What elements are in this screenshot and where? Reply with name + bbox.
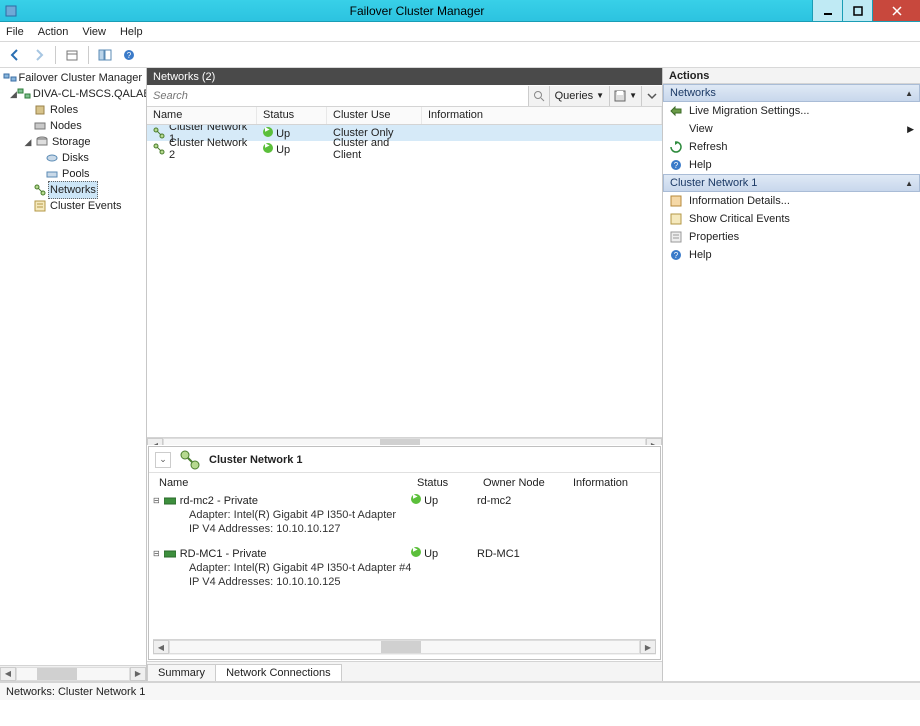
refresh-icon [669, 141, 683, 153]
events-icon [669, 213, 683, 225]
menu-bar: File Action View Help [0, 22, 920, 42]
actions-panel: Actions Networks▲ Live Migration Setting… [662, 68, 920, 681]
action-info-details[interactable]: Information Details... [663, 192, 920, 210]
action-properties[interactable]: Properties [663, 228, 920, 246]
col-status[interactable]: Status [257, 107, 327, 124]
close-button[interactable] [872, 0, 920, 21]
app-icon [0, 4, 22, 18]
tree-root[interactable]: Failover Cluster Manager [2, 70, 144, 86]
col-info[interactable]: Information [422, 107, 662, 124]
detail-panel: ⌄ Cluster Network 1 Name Status Owner No… [148, 446, 661, 660]
migrate-icon [669, 105, 683, 117]
detail-h-scrollbar[interactable]: ◀▶ [153, 639, 656, 655]
menu-view[interactable]: View [82, 26, 106, 38]
help-icon: ? [669, 159, 683, 171]
grid-h-scrollbar[interactable]: ◀▶ [147, 437, 662, 445]
search-input[interactable] [147, 86, 528, 106]
tree-nodes[interactable]: Nodes [2, 118, 144, 134]
title-bar: Failover Cluster Manager [0, 0, 920, 22]
queries-dropdown[interactable]: Queries ▼ [549, 86, 609, 106]
help-icon[interactable]: ? [118, 44, 140, 66]
help-icon: ? [669, 249, 683, 261]
save-query-button[interactable]: ▼ [609, 86, 641, 106]
network-icon [179, 449, 201, 471]
grid-header: Networks (2) [147, 68, 662, 85]
show-hide-tree-button[interactable] [94, 44, 116, 66]
action-live-migration[interactable]: Live Migration Settings... [663, 102, 920, 120]
menu-action[interactable]: Action [38, 26, 69, 38]
back-button[interactable] [4, 44, 26, 66]
search-icon[interactable] [528, 86, 549, 106]
tree-roles[interactable]: Roles [2, 102, 144, 118]
tab-summary[interactable]: Summary [147, 664, 216, 681]
action-critical-events[interactable]: Show Critical Events [663, 210, 920, 228]
minimize-button[interactable] [812, 0, 842, 21]
detail-item[interactable]: ⊟ RD-MC1 - Private Up RD-MC1 Adapter: In… [153, 546, 656, 589]
svg-text:?: ? [674, 161, 679, 170]
grid-columns[interactable]: Name Status Cluster Use Information [147, 107, 662, 125]
nav-tree-panel: Failover Cluster Manager ◢ DIVA-CL-MSCS.… [0, 68, 147, 681]
actions-section-selected[interactable]: Cluster Network 1▲ [663, 174, 920, 192]
tree-pools[interactable]: Pools [2, 166, 144, 182]
tree-scrollbar[interactable]: ◀▶ [0, 665, 146, 681]
tree-events[interactable]: Cluster Events [2, 198, 144, 214]
col-use[interactable]: Cluster Use [327, 107, 422, 124]
grid-body: Cluster Network 1 Up Cluster Only Cluste… [147, 125, 662, 445]
status-bar: Networks: Cluster Network 1 [0, 682, 920, 700]
tree-networks[interactable]: Networks [2, 182, 144, 198]
maximize-button[interactable] [842, 0, 872, 21]
menu-help[interactable]: Help [120, 26, 143, 38]
menu-file[interactable]: File [6, 26, 24, 38]
detail-columns: Name Status Owner Node Information [153, 477, 656, 493]
grid-row[interactable]: Cluster Network 2 Up Cluster and Client [147, 141, 662, 157]
actions-header: Actions [663, 68, 920, 84]
forward-button[interactable] [28, 44, 50, 66]
svg-text:?: ? [127, 51, 132, 60]
tree-disks[interactable]: Disks [2, 150, 144, 166]
actions-section-networks[interactable]: Networks▲ [663, 84, 920, 102]
window-title: Failover Cluster Manager [22, 4, 812, 18]
svg-text:?: ? [674, 251, 679, 260]
up-button[interactable] [61, 44, 83, 66]
expand-button[interactable] [641, 86, 662, 106]
action-help-2[interactable]: ? Help [663, 246, 920, 264]
action-view[interactable]: View ▶ [663, 120, 920, 138]
toolbar: ? [0, 42, 920, 68]
center-panel: Networks (2) Queries ▼ ▼ Name Status Clu… [147, 68, 662, 681]
col-name[interactable]: Name [147, 107, 257, 124]
collapse-detail-button[interactable]: ⌄ [155, 452, 171, 468]
properties-icon [669, 231, 683, 243]
detail-title: Cluster Network 1 [209, 454, 303, 466]
action-help[interactable]: ? Help [663, 156, 920, 174]
detail-tabs: Summary Network Connections [147, 661, 662, 681]
action-refresh[interactable]: Refresh [663, 138, 920, 156]
details-icon [669, 195, 683, 207]
tree-storage[interactable]: ◢ Storage [2, 134, 144, 150]
detail-item[interactable]: ⊟ rd-mc2 - Private Up rd-mc2 Adapter: In… [153, 493, 656, 536]
tree-cluster[interactable]: ◢ DIVA-CL-MSCS.QALAB.FPD [2, 86, 144, 102]
tab-network-connections[interactable]: Network Connections [215, 664, 342, 681]
